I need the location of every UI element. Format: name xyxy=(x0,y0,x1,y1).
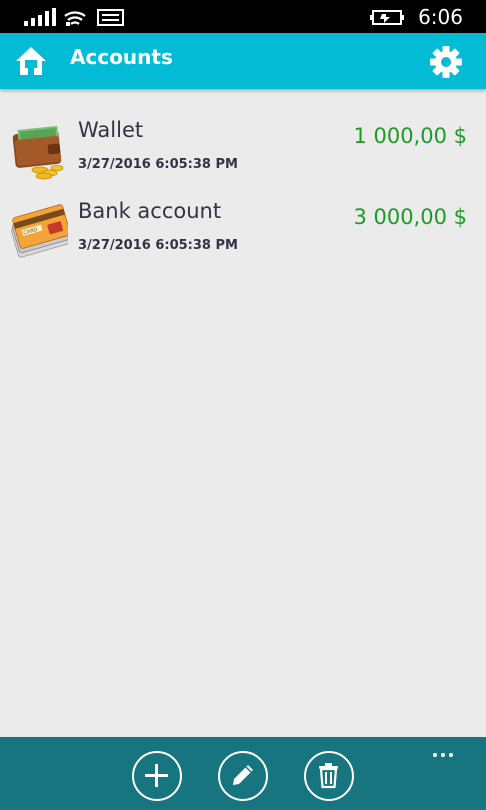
add-button[interactable] xyxy=(132,751,182,801)
account-name: Bank account xyxy=(78,199,222,223)
edit-button[interactable] xyxy=(218,751,268,801)
account-date: 3/27/2016 6:05:38 PM xyxy=(78,238,238,253)
delete-button[interactable] xyxy=(304,751,354,801)
wallet-icon xyxy=(12,125,64,180)
status-time: 6:06 xyxy=(418,5,463,29)
account-date: 3/27/2016 6:05:38 PM xyxy=(78,157,238,172)
ellipsis-icon[interactable] xyxy=(433,744,463,757)
message-icon xyxy=(97,9,124,26)
account-name: Wallet xyxy=(78,118,144,142)
trash-icon xyxy=(319,763,338,789)
pencil-icon xyxy=(233,765,253,785)
account-amount: 3 000,00 $ xyxy=(353,205,467,229)
account-amount: 1 000,00 $ xyxy=(353,124,467,148)
bottom-app-bar xyxy=(0,737,486,810)
page-title: Accounts xyxy=(70,45,173,69)
account-list: Wallet 3/27/2016 6:05:38 PM 1 000,00 $ C… xyxy=(0,104,486,266)
wifi-icon xyxy=(64,11,86,26)
plus-icon xyxy=(145,764,168,787)
list-item-bank-account[interactable]: CARD Bank account 3/27/2016 6:05:38 PM 3… xyxy=(0,185,486,266)
app-bar: Accounts xyxy=(0,33,486,89)
bank-card-icon: CARD xyxy=(11,204,68,258)
gear-icon[interactable] xyxy=(429,45,463,79)
status-bar: 6:06 xyxy=(0,0,486,33)
list-item-wallet[interactable]: Wallet 3/27/2016 6:05:38 PM 1 000,00 $ xyxy=(0,104,486,185)
home-icon[interactable] xyxy=(14,45,48,77)
battery-charging-icon xyxy=(370,10,404,25)
signal-icon xyxy=(24,8,56,26)
